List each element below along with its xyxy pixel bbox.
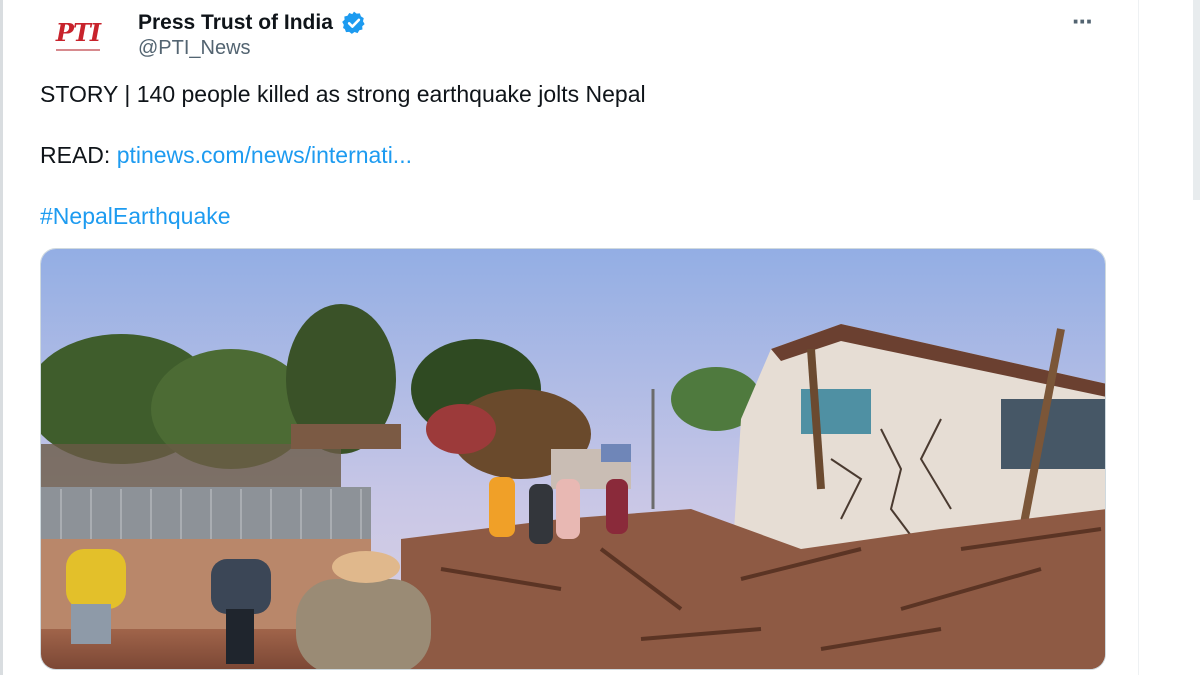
author-handle[interactable]: @PTI_News xyxy=(138,37,251,60)
author-display-name[interactable]: Press Trust of India xyxy=(138,11,333,35)
tweet-read-line: READ: ptinews.com/news/internati... xyxy=(40,142,412,169)
read-label: READ: xyxy=(40,142,111,168)
hashtag-link[interactable]: #NepalEarthquake xyxy=(40,203,231,230)
tweet-photo[interactable] xyxy=(40,248,1106,670)
avatar[interactable]: PTI xyxy=(40,8,116,64)
more-options-icon[interactable]: ··· xyxy=(1072,6,1094,37)
pti-logo: PTI xyxy=(55,18,101,47)
pti-logo-underline xyxy=(56,49,100,51)
tweet-story-text: STORY | 140 people killed as strong eart… xyxy=(40,81,646,107)
tweet-card[interactable]: PTI Press Trust of India @PTI_News ··· S… xyxy=(40,0,1106,675)
adjacent-panel-edge xyxy=(1193,0,1200,200)
article-link[interactable]: ptinews.com/news/internati... xyxy=(117,142,412,168)
left-divider xyxy=(0,0,3,675)
author-name-row: Press Trust of India xyxy=(138,10,367,36)
verified-badge-icon[interactable] xyxy=(341,10,367,36)
right-divider xyxy=(1138,0,1139,675)
